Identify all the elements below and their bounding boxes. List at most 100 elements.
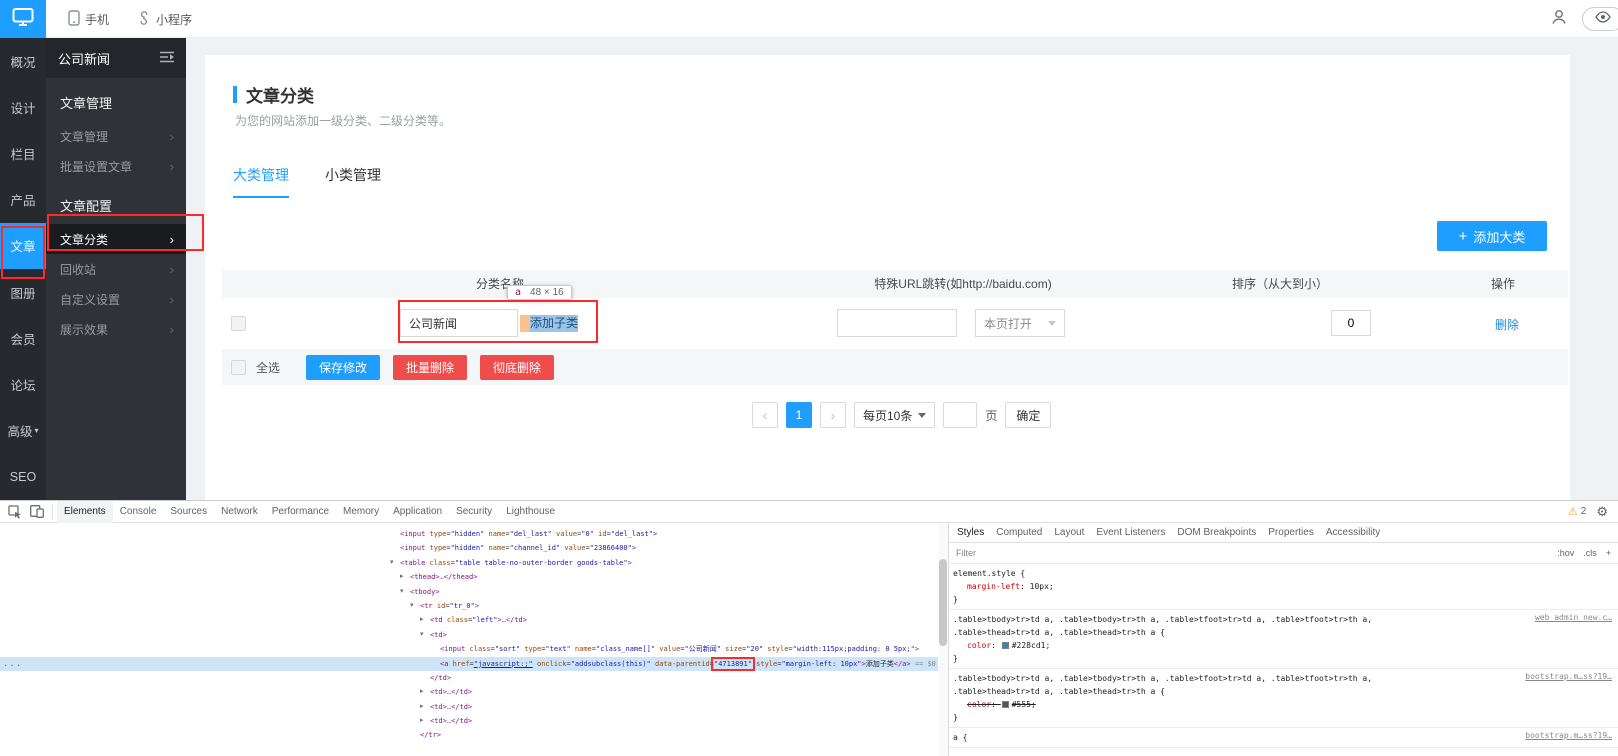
scrollbar-thumb[interactable] <box>939 559 947 646</box>
stylesheet-source-link[interactable]: bootstrap.m…ss?19… <box>1525 672 1612 681</box>
node-menu-dots-icon[interactable]: ... <box>3 657 22 671</box>
expand-arrow-open-icon[interactable]: ▾ <box>420 628 424 642</box>
dom-tree-node[interactable]: ▾<tbody> <box>0 585 938 599</box>
submenu-item-article-category[interactable]: 文章分类› <box>46 224 186 254</box>
submenu-item-custom-settings[interactable]: 自定义设置› <box>46 284 186 314</box>
css-declaration[interactable]: margin-left: 10px; <box>953 580 1612 593</box>
next-page-button[interactable]: › <box>820 402 846 428</box>
expand-arrow-closed-icon[interactable]: ▸ <box>420 613 424 627</box>
styles-tab-layout[interactable]: Layout <box>1048 527 1090 538</box>
sidebar-item-advanced[interactable]: 高级▾ <box>0 408 46 454</box>
dom-tree-node[interactable]: <input class="sort" type="text" name="cl… <box>0 642 938 656</box>
user-account-icon[interactable] <box>1550 8 1568 31</box>
styles-tab-computed[interactable]: Computed <box>990 527 1048 538</box>
tab-major-category[interactable]: 大类管理 <box>233 165 289 198</box>
devtools-tab-memory[interactable]: Memory <box>336 501 386 523</box>
css-selector[interactable]: .table>tbody>tr>td a, .table>tbody>tr>th… <box>953 672 1525 685</box>
devtools-tab-performance[interactable]: Performance <box>265 501 336 523</box>
open-mode-select[interactable]: 本页打开 <box>975 309 1065 337</box>
expand-arrow-closed-icon[interactable]: ▸ <box>420 685 424 699</box>
warnings-badge[interactable]: ⚠ 2 <box>1568 505 1586 518</box>
sidebar-item-albums[interactable]: 图册 <box>0 269 46 315</box>
color-swatch[interactable] <box>1002 642 1009 649</box>
devtools-tab-console[interactable]: Console <box>113 501 164 523</box>
dom-tree-node[interactable]: </tr> <box>0 728 938 742</box>
styles-tab-properties[interactable]: Properties <box>1262 527 1320 538</box>
sidebar-item-design[interactable]: 设计 <box>0 84 46 130</box>
add-major-category-button[interactable]: + 添加大类 <box>1437 221 1547 251</box>
css-selector[interactable]: .table>thead>tr>td a, .table>thead>tr>th… <box>953 685 1525 698</box>
dom-tree-node[interactable]: ▸<thead>…</thead> <box>0 570 938 584</box>
dom-tree-node[interactable]: ▾<table class="table table-no-outer-bord… <box>0 556 938 570</box>
css-declaration[interactable]: color: #555; <box>953 698 1612 711</box>
special-url-input[interactable] <box>837 309 957 337</box>
devtools-settings-icon[interactable]: ⚙ <box>1596 504 1608 520</box>
devtools-tab-network[interactable]: Network <box>214 501 265 523</box>
row-checkbox[interactable] <box>231 316 246 331</box>
batch-delete-button[interactable]: 批量删除 <box>393 355 467 380</box>
device-tab-miniprogram[interactable]: 小程序 <box>123 0 206 38</box>
css-selector[interactable]: element.style { <box>953 567 1612 580</box>
devtools-tab-sources[interactable]: Sources <box>163 501 214 523</box>
prev-page-button[interactable]: ‹ <box>752 402 778 428</box>
delete-link[interactable]: 删除 <box>1495 316 1519 333</box>
new-style-rule-button[interactable]: + <box>1606 548 1611 558</box>
dom-tree-node[interactable]: ▸<td>…</td> <box>0 714 938 728</box>
collapse-menu-icon[interactable] <box>160 51 174 66</box>
add-subcategory-link[interactable]: 添加子类 <box>530 315 578 332</box>
styles-tab-dom-breakpoints[interactable]: DOM Breakpoints <box>1171 527 1262 538</box>
submenu-item-recycle-bin[interactable]: 回收站› <box>46 254 186 284</box>
dom-tree-node[interactable]: </td> <box>0 671 938 685</box>
pseudo-state-toggle-button[interactable]: :hov <box>1557 548 1574 558</box>
submenu-item-article-manage[interactable]: 文章管理› <box>46 121 186 151</box>
sidebar-item-articles[interactable]: 文章 <box>0 223 46 269</box>
preview-button[interactable] <box>1582 7 1618 31</box>
expand-arrow-open-icon[interactable]: ▾ <box>390 556 394 570</box>
expand-arrow-closed-icon[interactable]: ▸ <box>420 714 424 728</box>
expand-arrow-open-icon[interactable]: ▾ <box>410 599 414 613</box>
devtools-tab-lighthouse[interactable]: Lighthouse <box>499 501 562 523</box>
sidebar-item-overview[interactable]: 概况 <box>0 38 46 84</box>
dom-tree-node[interactable]: <input type="hidden" name="channel_id" v… <box>0 541 938 555</box>
styles-filter-input[interactable] <box>956 548 1557 558</box>
sort-order-input[interactable] <box>1331 310 1371 336</box>
confirm-page-button[interactable]: 确定 <box>1005 402 1051 428</box>
current-page-button[interactable]: 1 <box>786 402 812 428</box>
select-all-checkbox[interactable] <box>231 360 246 375</box>
inspect-element-icon[interactable] <box>4 501 26 523</box>
devtools-tab-elements[interactable]: Elements <box>57 501 113 523</box>
dom-tree-node[interactable]: ▸<td>…</td> <box>0 685 938 699</box>
devtools-tab-security[interactable]: Security <box>449 501 499 523</box>
sidebar-item-products[interactable]: 产品 <box>0 177 46 223</box>
dom-tree-node[interactable]: ▾<td> <box>0 628 938 642</box>
dom-tree-node[interactable]: ▸<td>…</td> <box>0 700 938 714</box>
submenu-item-display-effect[interactable]: 展示效果› <box>46 314 186 344</box>
goto-page-input[interactable] <box>943 402 977 428</box>
expand-arrow-closed-icon[interactable]: ▸ <box>420 700 424 714</box>
dom-tree-node[interactable]: ...<a href="javascript:;" onclick="addsu… <box>0 657 938 671</box>
dom-tree-node[interactable]: ▾<tr id="tr_0"> <box>0 599 938 613</box>
expand-arrow-open-icon[interactable]: ▾ <box>400 585 404 599</box>
stylesheet-source-link[interactable]: web_admin_new.c… <box>1535 613 1612 622</box>
app-logo[interactable] <box>0 0 46 38</box>
stylesheet-source-link[interactable]: bootstrap.m…ss?19… <box>1525 731 1612 740</box>
css-selector[interactable]: .table>thead>tr>td a, .table>thead>tr>th… <box>953 626 1535 639</box>
color-swatch[interactable] <box>1002 701 1009 708</box>
css-selector[interactable]: a { <box>953 731 1525 744</box>
sidebar-item-seo[interactable]: SEO <box>0 454 46 500</box>
device-toolbar-icon[interactable] <box>26 501 48 523</box>
dom-tree-node[interactable]: <input type="hidden" name="del_last" val… <box>0 527 938 541</box>
page-size-select[interactable]: 每页10条 <box>854 402 935 428</box>
element-classes-button[interactable]: .cls <box>1583 548 1597 558</box>
devtools-scrollbar[interactable] <box>938 523 948 756</box>
devtools-tab-application[interactable]: Application <box>386 501 449 523</box>
css-declaration[interactable]: color: #228cd1; <box>953 639 1612 652</box>
category-name-input[interactable] <box>400 309 518 337</box>
purge-delete-button[interactable]: 彻底删除 <box>480 355 554 380</box>
save-changes-button[interactable]: 保存修改 <box>306 355 380 380</box>
sidebar-item-forum[interactable]: 论坛 <box>0 361 46 407</box>
css-selector[interactable]: .table>tbody>tr>td a, .table>tbody>tr>th… <box>953 613 1535 626</box>
styles-tab-event-listeners[interactable]: Event Listeners <box>1090 527 1171 538</box>
expand-arrow-closed-icon[interactable]: ▸ <box>400 570 404 584</box>
styles-tab-accessibility[interactable]: Accessibility <box>1320 527 1386 538</box>
